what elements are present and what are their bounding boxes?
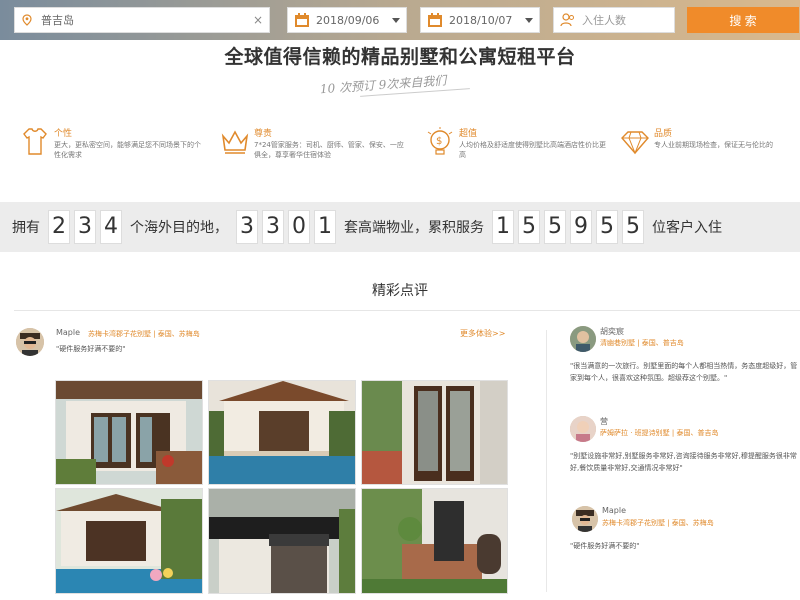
- stat-digit: 9: [570, 210, 592, 244]
- more-reviews-link[interactable]: 更多体验>>: [460, 328, 505, 339]
- feature-desc: 人均价格及舒适度使得别墅比高端酒店性价比更高: [459, 141, 606, 159]
- slogan: 10 次预订 9次来自我们: [319, 73, 447, 97]
- feature-desc: 更大，更私密空间，能够满足您不同场景下的个性化需求: [54, 141, 201, 159]
- villa-photo-image: [209, 489, 355, 593]
- destination-value: 普吉岛: [41, 14, 74, 27]
- stat-digit: 3: [74, 210, 96, 244]
- review-photo[interactable]: [361, 380, 508, 485]
- stats-destinations-label: 个海外目的地，: [130, 220, 228, 236]
- svg-text:$: $: [436, 136, 442, 147]
- feature-title: 品质: [654, 129, 673, 139]
- diamond-icon: [621, 131, 649, 155]
- avatar-image: [572, 506, 598, 532]
- review-quote: "硬件服务好满不要的": [56, 345, 126, 353]
- avatar[interactable]: [570, 326, 596, 352]
- avatar-image: [16, 328, 44, 356]
- search-button[interactable]: 搜 索: [687, 7, 799, 33]
- review-property-link[interactable]: 苏梅卡湾郡子花别墅 | 泰国、苏梅岛: [88, 329, 200, 339]
- stat-digit: 4: [100, 210, 122, 244]
- stat-digit: 1: [314, 210, 336, 244]
- money-bulb-icon: $: [427, 127, 453, 155]
- stats-properties-label: 套高端物业，累积服务: [344, 220, 484, 236]
- stat-digit: 5: [622, 210, 644, 244]
- review-quote: "别墅设施非常好,别墅服务非常好,咨询接待服务非常好,穆提醒服务很非常好,餐饮质…: [570, 452, 797, 472]
- avatar-image: [570, 326, 596, 352]
- review-quote: "很当满意的一次旅行。别墅里面的每个人都相当热情，务态度超级好，管家到每个人，很…: [570, 362, 798, 382]
- guests-placeholder: 入住人数: [582, 14, 626, 27]
- chevron-down-icon: [392, 17, 400, 23]
- feature-title: 个性: [54, 129, 73, 139]
- stats-prefix: 拥有: [12, 220, 40, 236]
- destination-input[interactable]: 普吉岛 ×: [14, 7, 270, 33]
- feature-personal: 个性 更大，更私密空间，能够满足您不同场景下的个性化需求: [20, 126, 210, 176]
- shirt-icon: [23, 128, 47, 155]
- checkout-value: 2018/10/07: [449, 13, 513, 27]
- stat-digit: 5: [596, 210, 618, 244]
- review-photo[interactable]: [208, 488, 356, 594]
- clear-icon[interactable]: ×: [253, 13, 263, 27]
- review-photo[interactable]: [55, 488, 203, 594]
- stat-digit: 3: [262, 210, 284, 244]
- feature-value: $ 超值 人均价格及舒适度使得别墅比高端酒店性价比更高: [425, 126, 610, 176]
- checkin-date-picker[interactable]: 2018/09/06: [287, 7, 407, 33]
- feature-luxury: 尊贵 7*24管家服务：司机、厨师、管家、保安、一应俱全，尊享奢华住宿体验: [220, 126, 415, 176]
- feature-desc: 专人业前期现场检查，保证无与伦比的: [654, 141, 773, 149]
- villa-photo-image: [56, 381, 202, 484]
- stats-band: 拥有 2 3 4 个海外目的地， 3 3 0 1 套高端物业，累积服务 1 5 …: [0, 202, 800, 252]
- stat-digit: 3: [236, 210, 258, 244]
- user-icon: [560, 13, 574, 27]
- feature-desc: 7*24管家服务：司机、厨师、管家、保安、一应俱全，尊享奢华住宿体验: [254, 141, 404, 159]
- villa-photo-image: [209, 381, 355, 484]
- review-property-link[interactable]: 清幽巷别墅 | 泰国、普吉岛: [600, 338, 684, 348]
- crown-icon: [221, 130, 249, 154]
- chevron-down-icon: [525, 17, 533, 23]
- checkin-value: 2018/09/06: [316, 13, 380, 27]
- review-quote: "硬件服务好满不要的": [570, 542, 640, 550]
- reviewer-name: Maple: [56, 328, 81, 337]
- villa-photo-image: [362, 381, 507, 484]
- review-photo[interactable]: [208, 380, 356, 485]
- feature-title: 超值: [459, 129, 478, 139]
- location-pin-icon: [22, 14, 32, 26]
- reviewer-name: Maple: [602, 506, 627, 515]
- review-property-link[interactable]: 苏梅卡湾郡子花别墅 | 泰国、苏梅岛: [602, 518, 714, 528]
- avatar[interactable]: [16, 328, 44, 356]
- guests-input[interactable]: 入住人数: [553, 7, 675, 33]
- avatar[interactable]: [572, 506, 598, 532]
- stat-digit: 2: [48, 210, 70, 244]
- checkout-date-picker[interactable]: 2018/10/07: [420, 7, 540, 33]
- stat-digit: 5: [544, 210, 566, 244]
- avatar[interactable]: [570, 416, 596, 442]
- calendar-icon: [428, 13, 442, 27]
- stat-digit: 5: [518, 210, 540, 244]
- villa-photo-image: [362, 489, 507, 593]
- reviews-title: 精彩点评: [372, 283, 428, 299]
- avatar-image: [570, 416, 596, 442]
- review-photo[interactable]: [361, 488, 508, 594]
- stat-digit: 1: [492, 210, 514, 244]
- search-bar: 普吉岛 × 2018/09/06 2018/10/07 入住人数 搜 索: [0, 0, 800, 40]
- review-property-link[interactable]: 萨姆萨拉 · 班提诗别墅 | 泰国、普吉岛: [600, 428, 718, 438]
- stats-customers-label: 位客户入住: [652, 220, 722, 236]
- feature-title: 尊贵: [254, 129, 273, 139]
- calendar-icon: [295, 13, 309, 27]
- feature-quality: 品质 专人业前期现场检查，保证无与伦比的: [620, 126, 800, 176]
- stat-digit: 0: [288, 210, 310, 244]
- reviewer-name: 营: [600, 417, 608, 426]
- villa-photo-image: [56, 489, 202, 593]
- section-divider: [14, 310, 800, 311]
- reviews-divider: [546, 330, 547, 592]
- review-photo[interactable]: [55, 380, 203, 485]
- page-title: 全球值得信赖的精品别墅和公寓短租平台: [224, 46, 576, 68]
- reviewer-name: 胡奕宸: [600, 327, 624, 336]
